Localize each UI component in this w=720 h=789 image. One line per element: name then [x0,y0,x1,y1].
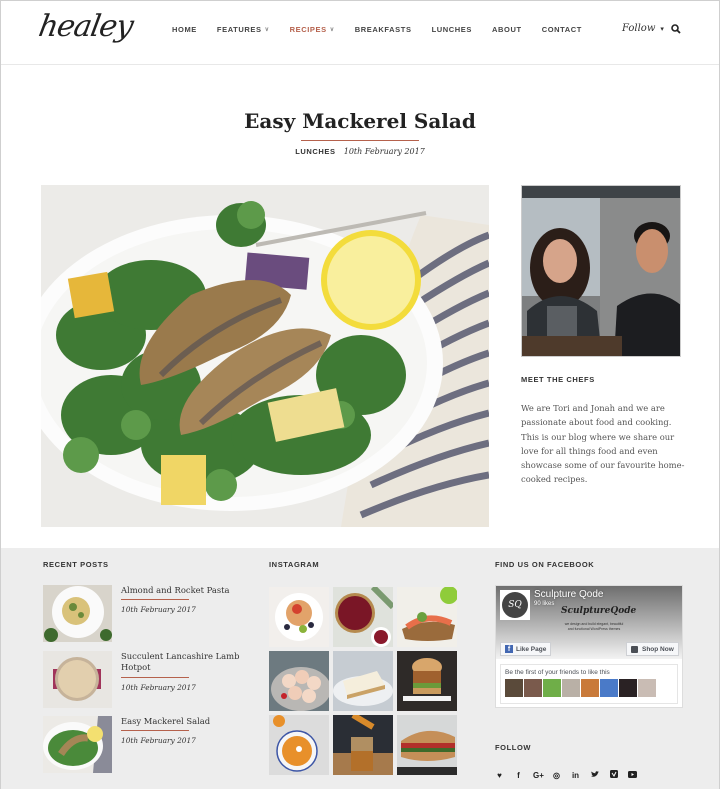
facebook-like-page-button[interactable]: f Like Page [500,642,552,656]
instagram-tile-pancakes[interactable] [269,587,329,647]
shopping-bag-icon [631,645,638,653]
post-divider [121,677,189,678]
youtube-icon[interactable] [628,770,637,780]
facebook-icon[interactable]: f [514,771,523,780]
twitter-icon[interactable] [590,770,599,780]
cover-tagline: we design and build elegant, beautiful a… [564,622,624,631]
site-logo[interactable]: healey [36,9,135,44]
friend-avatar[interactable] [600,679,618,697]
google-plus-icon[interactable]: G+ [533,771,544,780]
chefs-portrait [522,186,680,356]
instagram-heading: INSTAGRAM [269,560,320,569]
shop-now-label: Shop Now [642,645,674,653]
instagram-tile-macarons[interactable] [269,651,329,711]
recent-post-title[interactable]: Easy Mackerel Salad [121,716,241,727]
nav-contact[interactable]: CONTACT [542,25,582,34]
friend-avatar[interactable] [543,679,561,697]
post-divider [121,730,189,731]
nav-label: LUNCHES [431,25,473,34]
nav-label: FEATURES [216,25,262,34]
chevron-down-icon: ∨ [329,27,335,33]
post-divider [121,599,189,600]
caret-down-icon: ▾ [660,24,664,33]
instagram-tile-open-sandwich[interactable] [397,587,457,647]
nav-features[interactable]: FEATURES ∨ [217,25,270,34]
friend-avatars [505,679,656,697]
instagram-tile-burger[interactable] [397,651,457,711]
facebook-shop-now-button[interactable]: Shop Now [626,642,679,656]
nav-breakfasts[interactable]: BREAKFASTS [355,25,412,34]
instagram-tile-soup[interactable] [269,715,329,775]
recent-post-thumbnail[interactable] [43,585,112,642]
recent-post[interactable]: Easy Mackerel Salad 10th February 2017 [43,716,243,774]
follow-dropdown[interactable]: Follow ▾ [622,23,664,34]
facebook-page-logo[interactable]: SQ [500,590,530,620]
friend-avatar[interactable] [524,679,542,697]
mackerel-salad-photo [41,185,489,527]
nav-label: RECIPES [289,25,327,34]
post-meta: LUNCHES 10th February 2017 [1,147,719,156]
friend-avatar[interactable] [562,679,580,697]
nav-lunches[interactable]: LUNCHES [432,25,472,34]
facebook-page-name[interactable]: Sculpture Qode [534,589,604,600]
post-date: 10th February 2017 [343,147,425,156]
nav-label: HOME [172,25,197,34]
nav-recipes[interactable]: RECIPES ∨ [290,25,335,34]
friends-like-text: Be the first of your friends to like thi… [505,669,610,676]
vimeo-icon[interactable] [609,770,618,780]
chefs-bio: We are Tori and Jonah and we are passion… [521,403,685,485]
facebook-likes-count: 90 likes [534,601,555,607]
friend-avatar[interactable] [638,679,656,697]
chefs-photo [521,185,681,357]
nav-label: ABOUT [492,25,522,34]
instagram-tile-lemon-pie[interactable] [333,651,393,711]
recent-post[interactable]: Succulent Lancashire Lamb Hotpot 10th Fe… [43,651,243,709]
friend-avatar[interactable] [505,679,523,697]
instagram-grid [269,587,457,775]
recent-post[interactable]: Almond and Rocket Pasta 10th February 20… [43,585,243,643]
cover-script-text: SculptureQode [561,606,637,616]
social-links: ♥ f G+ ◎ in [495,770,637,780]
friend-avatar[interactable] [581,679,599,697]
follow-heading: FOLLOW [495,743,532,752]
nav-about[interactable]: ABOUT [492,25,522,34]
chevron-down-icon: ∨ [264,27,270,33]
recent-post-title[interactable]: Almond and Rocket Pasta [121,585,241,596]
recent-post-date: 10th February 2017 [121,683,196,692]
recent-post-date: 10th February 2017 [121,605,196,614]
footer-widgets: RECENT POSTS Almond and Rocket Pasta 10t… [1,548,719,789]
linkedin-icon[interactable]: in [571,771,580,780]
recent-post-date: 10th February 2017 [121,736,196,745]
bloglovin-heart-icon[interactable]: ♥ [495,771,504,780]
meet-the-chefs-heading: MEET THE CHEFS [521,375,595,384]
follow-label: Follow [622,23,656,34]
recent-post-thumbnail[interactable] [43,716,112,773]
facebook-f-icon: f [505,645,513,653]
nav-label: CONTACT [541,25,582,34]
facebook-page-widget: SQ Sculpture Qode 90 likes SculptureQode… [495,585,683,708]
instagram-tile-cocktail[interactable] [333,715,393,775]
search-icon[interactable] [671,24,681,34]
nav-home[interactable]: HOME [172,25,197,34]
instagram-tile-cherry-tart[interactable] [333,587,393,647]
hero-image [41,185,489,527]
facebook-friends-box: Be the first of your friends to like thi… [500,664,678,704]
post-category-link[interactable]: LUNCHES [295,147,335,156]
post-title: Easy Mackerel Salad [244,109,476,133]
like-page-label: Like Page [516,645,547,653]
site-header: healey HOME FEATURES ∨ RECIPES ∨ BREAKFAST… [1,1,719,65]
facebook-heading: FIND US ON FACEBOOK [495,560,595,569]
title-divider [301,140,419,141]
recent-post-thumbnail[interactable] [43,651,112,708]
main-nav: HOME FEATURES ∨ RECIPES ∨ BREAKFASTS LUNCH… [172,25,602,34]
instagram-icon[interactable]: ◎ [552,771,561,780]
recent-posts-heading: RECENT POSTS [43,560,109,569]
instagram-tile-sandwich[interactable] [397,715,457,775]
recent-post-title[interactable]: Succulent Lancashire Lamb Hotpot [121,651,241,673]
sq-logo-text: SQ [502,592,528,618]
nav-label: BREAKFASTS [354,25,412,34]
friend-avatar[interactable] [619,679,637,697]
